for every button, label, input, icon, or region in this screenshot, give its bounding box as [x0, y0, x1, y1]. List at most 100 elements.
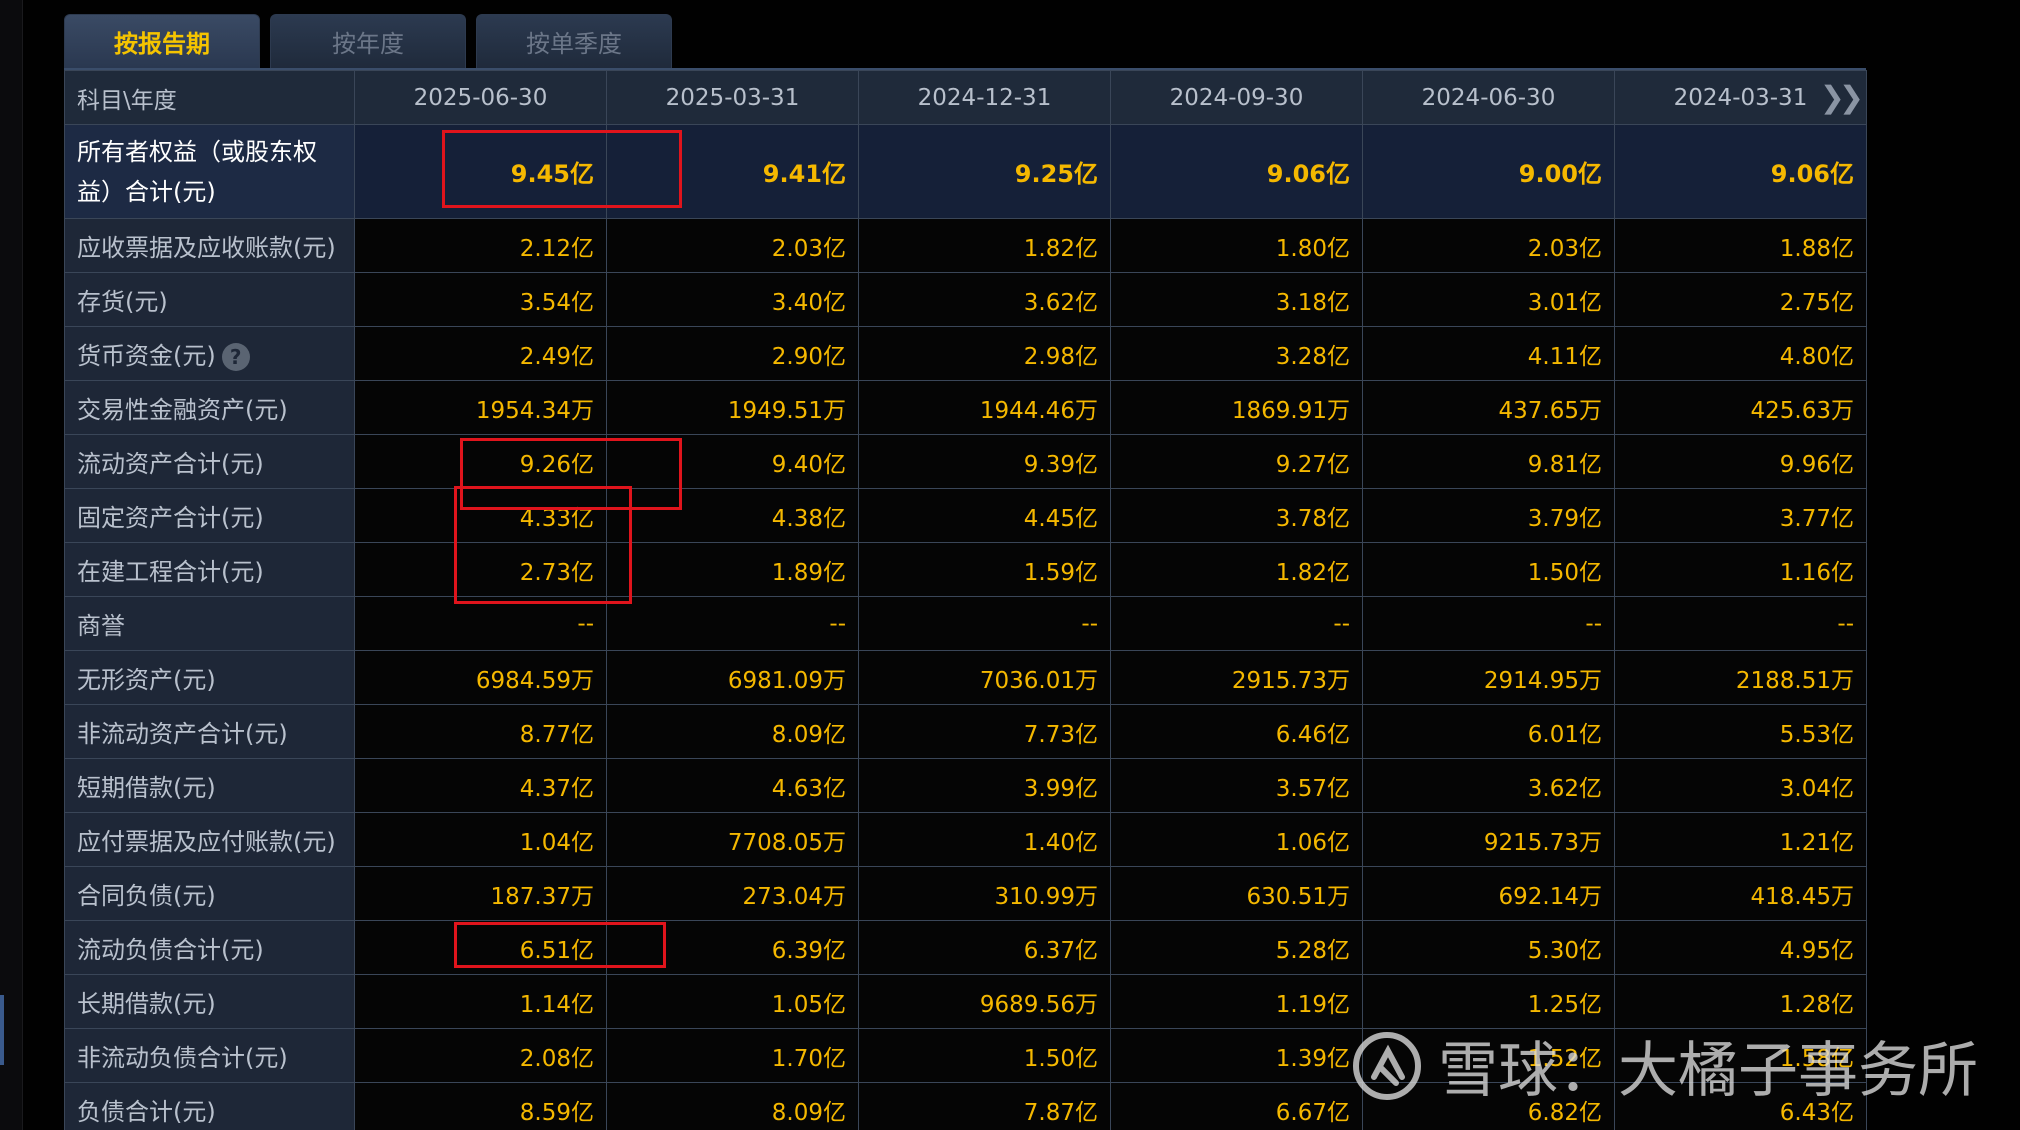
- value-cell: 3.99亿: [858, 758, 1111, 813]
- header-date: 2024-12-31: [858, 70, 1111, 125]
- value-cell: 7708.05万: [606, 812, 859, 867]
- value-cell: 1.40亿: [858, 812, 1111, 867]
- side-handle[interactable]: [0, 995, 4, 1065]
- table-row: 货币资金(元)? 2.49亿 2.90亿 2.98亿 3.28亿 4.11亿 4.80亿: [64, 326, 1867, 381]
- value-cell: 6.82亿: [1362, 1082, 1615, 1130]
- table-row: 交易性金融资产(元) 1954.34万 1949.51万 1944.46万 1869.9…: [64, 380, 1867, 435]
- value-cell: 6.01亿: [1362, 704, 1615, 759]
- tab-by-year[interactable]: 按年度: [270, 14, 466, 68]
- value-cell: 7036.01万: [858, 650, 1111, 705]
- value-cell: 1.50亿: [1362, 542, 1615, 597]
- value-cell: 2.08亿: [354, 1028, 607, 1083]
- row-label: 非流动资产合计(元): [77, 720, 288, 748]
- value-cell: 1.21亿: [1614, 812, 1867, 867]
- value-cell: 6.37亿: [858, 920, 1111, 975]
- header-subject-year: 科目\年度: [64, 70, 355, 125]
- value-cell: 9215.73万: [1362, 812, 1615, 867]
- value-cell: 1.80亿: [1110, 218, 1363, 273]
- value-cell: 1.16亿: [1614, 542, 1867, 597]
- row-label-cell: 负债合计(元): [64, 1082, 355, 1130]
- row-label: 合同负债(元): [77, 882, 216, 910]
- value-cell: 9.06亿: [1614, 124, 1867, 219]
- row-label-cell: 流动负债合计(元): [64, 920, 355, 975]
- table-row: 流动资产合计(元) 9.26亿 9.40亿 9.39亿 9.27亿 9.81亿 9.96亿: [64, 434, 1867, 489]
- table-row: 应收票据及应收账款(元) 2.12亿 2.03亿 1.82亿 1.80亿 2.03亿 1.8…: [64, 218, 1867, 273]
- value-cell: 4.33亿: [354, 488, 607, 543]
- header-date: 2025-03-31: [606, 70, 859, 125]
- value-cell: 3.18亿: [1110, 272, 1363, 327]
- double-chevron-right-icon[interactable]: ❯❯: [1820, 80, 1864, 115]
- value-cell: 1.04亿: [354, 812, 607, 867]
- value-cell: 437.65万: [1362, 380, 1615, 435]
- value-cell: 3.77亿: [1614, 488, 1867, 543]
- value-cell: 2188.51万: [1614, 650, 1867, 705]
- value-cell: 9.39亿: [858, 434, 1111, 489]
- value-cell: 6.46亿: [1110, 704, 1363, 759]
- value-cell: 6.43亿: [1614, 1082, 1867, 1130]
- value-cell: 1.19亿: [1110, 974, 1363, 1029]
- value-cell: 1949.51万: [606, 380, 859, 435]
- row-label: 固定资产合计(元): [77, 504, 264, 532]
- value-cell: 2.98亿: [858, 326, 1111, 381]
- value-cell: 8.77亿: [354, 704, 607, 759]
- value-cell: 9.26亿: [354, 434, 607, 489]
- row-label-cell: 应收票据及应收账款(元): [64, 218, 355, 273]
- value-cell: --: [1362, 596, 1615, 651]
- value-cell: 1944.46万: [858, 380, 1111, 435]
- row-label-cell: 货币资金(元)?: [64, 326, 355, 381]
- table-row: 合同负债(元) 187.37万 273.04万 310.99万 630.51万 692.1…: [64, 866, 1867, 921]
- value-cell: 2.75亿: [1614, 272, 1867, 327]
- table-row: 非流动负债合计(元) 2.08亿 1.70亿 1.50亿 1.39亿 1.52亿 1.58亿: [64, 1028, 1867, 1083]
- value-cell: 630.51万: [1110, 866, 1363, 921]
- value-cell: 9.41亿: [606, 124, 859, 219]
- value-cell: 187.37万: [354, 866, 607, 921]
- value-cell: 6.67亿: [1110, 1082, 1363, 1130]
- tab-by-report-period[interactable]: 按报告期: [64, 14, 260, 68]
- row-label-cell: 无形资产(元): [64, 650, 355, 705]
- value-cell: 6.51亿: [354, 920, 607, 975]
- value-cell: 3.57亿: [1110, 758, 1363, 813]
- value-cell: 1.14亿: [354, 974, 607, 1029]
- row-label-cell: 所有者权益（或股东权益）合计(元): [64, 124, 355, 219]
- row-label: 长期借款(元): [77, 990, 216, 1018]
- value-cell: 4.11亿: [1362, 326, 1615, 381]
- value-cell: 2.49亿: [354, 326, 607, 381]
- table-row: 非流动资产合计(元) 8.77亿 8.09亿 7.73亿 6.46亿 6.01亿 5.53亿: [64, 704, 1867, 759]
- value-cell: 9.06亿: [1110, 124, 1363, 219]
- value-cell: 1.06亿: [1110, 812, 1363, 867]
- value-cell: 1.70亿: [606, 1028, 859, 1083]
- table-row: 存货(元) 3.54亿 3.40亿 3.62亿 3.18亿 3.01亿 2.75亿: [64, 272, 1867, 327]
- table-body: 所有者权益（或股东权益）合计(元) 9.45亿 9.41亿 9.25亿 9.06亿 9.0…: [64, 124, 1867, 1130]
- value-cell: 9.25亿: [858, 124, 1111, 219]
- value-cell: 4.63亿: [606, 758, 859, 813]
- row-label: 存货(元): [77, 288, 168, 316]
- table-row: 负债合计(元) 8.59亿 8.09亿 7.87亿 6.67亿 6.82亿 6.43亿: [64, 1082, 1867, 1130]
- table-row: 所有者权益（或股东权益）合计(元) 9.45亿 9.41亿 9.25亿 9.06亿 9.0…: [64, 124, 1867, 219]
- table-row: 短期借款(元) 4.37亿 4.63亿 3.99亿 3.57亿 3.62亿 3.04亿: [64, 758, 1867, 813]
- value-cell: 4.95亿: [1614, 920, 1867, 975]
- row-label: 流动资产合计(元): [77, 450, 264, 478]
- value-cell: 1.50亿: [858, 1028, 1111, 1083]
- value-cell: 6.39亿: [606, 920, 859, 975]
- value-cell: 1.05亿: [606, 974, 859, 1029]
- value-cell: 3.79亿: [1362, 488, 1615, 543]
- help-question-icon[interactable]: ?: [221, 343, 250, 371]
- header-date: 2024-09-30: [1110, 70, 1363, 125]
- value-cell: 1.39亿: [1110, 1028, 1363, 1083]
- value-cell: 273.04万: [606, 866, 859, 921]
- value-cell: 9.96亿: [1614, 434, 1867, 489]
- value-cell: 7.87亿: [858, 1082, 1111, 1130]
- value-cell: 2.73亿: [354, 542, 607, 597]
- value-cell: 7.73亿: [858, 704, 1111, 759]
- value-cell: 6984.59万: [354, 650, 607, 705]
- row-label: 商誉: [77, 612, 125, 640]
- value-cell: 9689.56万: [858, 974, 1111, 1029]
- tab-by-quarter[interactable]: 按单季度: [476, 14, 672, 68]
- value-cell: 3.28亿: [1110, 326, 1363, 381]
- row-label-cell: 存货(元): [64, 272, 355, 327]
- value-cell: 1.52亿: [1362, 1028, 1615, 1083]
- row-label: 应收票据及应收账款(元): [77, 234, 336, 262]
- table-row: 无形资产(元) 6984.59万 6981.09万 7036.01万 2915.73万 2…: [64, 650, 1867, 705]
- header-date-last: 2024-03-31 ❯❯: [1614, 70, 1867, 125]
- value-cell: 5.28亿: [1110, 920, 1363, 975]
